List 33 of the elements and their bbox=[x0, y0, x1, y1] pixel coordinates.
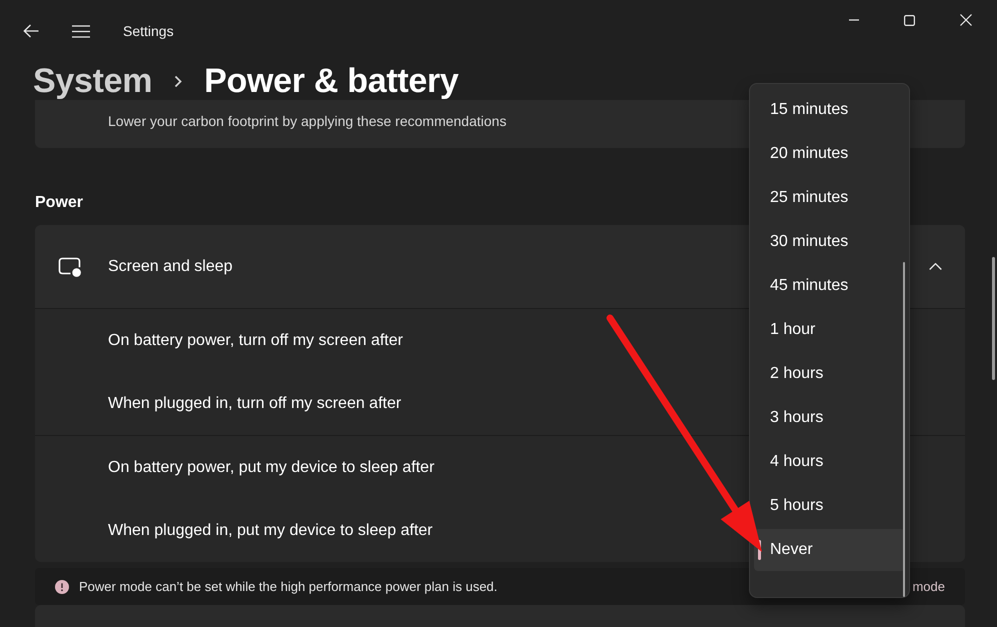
menu-option[interactable]: 2 hours bbox=[754, 353, 905, 395]
screen-moon-icon bbox=[58, 256, 82, 276]
setting-label: Screen and sleep bbox=[108, 256, 233, 276]
menu-icon[interactable] bbox=[72, 24, 90, 38]
setting-label: When plugged in, turn off my screen after bbox=[108, 394, 402, 414]
info-message: Power mode can’t be set while the high performance power plan is used. bbox=[79, 578, 498, 594]
setting-label: When plugged in, put my device to sleep after bbox=[108, 520, 433, 540]
scrollbar-thumb[interactable] bbox=[992, 257, 995, 380]
chevron-right-icon bbox=[174, 74, 182, 88]
chevron-up-icon[interactable] bbox=[929, 263, 942, 270]
mode-label: mode bbox=[912, 578, 945, 594]
menu-option[interactable]: 15 minutes bbox=[754, 89, 905, 131]
breadcrumb-link[interactable]: System bbox=[33, 62, 152, 100]
menu-option[interactable]: Never bbox=[754, 529, 905, 571]
close-icon[interactable] bbox=[960, 14, 972, 26]
minimize-icon[interactable] bbox=[849, 19, 859, 21]
setting-label: On battery power, put my device to sleep after bbox=[108, 458, 434, 478]
menu-option[interactable]: 5 hours bbox=[754, 485, 905, 527]
menu-option[interactable]: 4 hours bbox=[754, 441, 905, 483]
setting-label: On battery power, turn off my screen after bbox=[108, 330, 403, 350]
page-title: Power & battery bbox=[204, 62, 459, 100]
card-description: Lower your carbon footprint by applying these recommendations bbox=[108, 112, 506, 130]
scrollbar-thumb[interactable] bbox=[903, 262, 905, 597]
menu-option[interactable]: 1 hour bbox=[754, 309, 905, 351]
menu-option[interactable]: 45 minutes bbox=[754, 265, 905, 307]
menu-option[interactable]: 20 minutes bbox=[754, 133, 905, 175]
maximize-icon[interactable] bbox=[904, 14, 915, 26]
menu-option[interactable]: 25 minutes bbox=[754, 177, 905, 219]
back-arrow-icon[interactable] bbox=[23, 24, 39, 38]
window-title: Settings bbox=[123, 23, 174, 39]
menu-option[interactable]: 3 hours bbox=[754, 397, 905, 439]
info-icon bbox=[55, 580, 69, 594]
section-heading: Power bbox=[35, 193, 84, 213]
